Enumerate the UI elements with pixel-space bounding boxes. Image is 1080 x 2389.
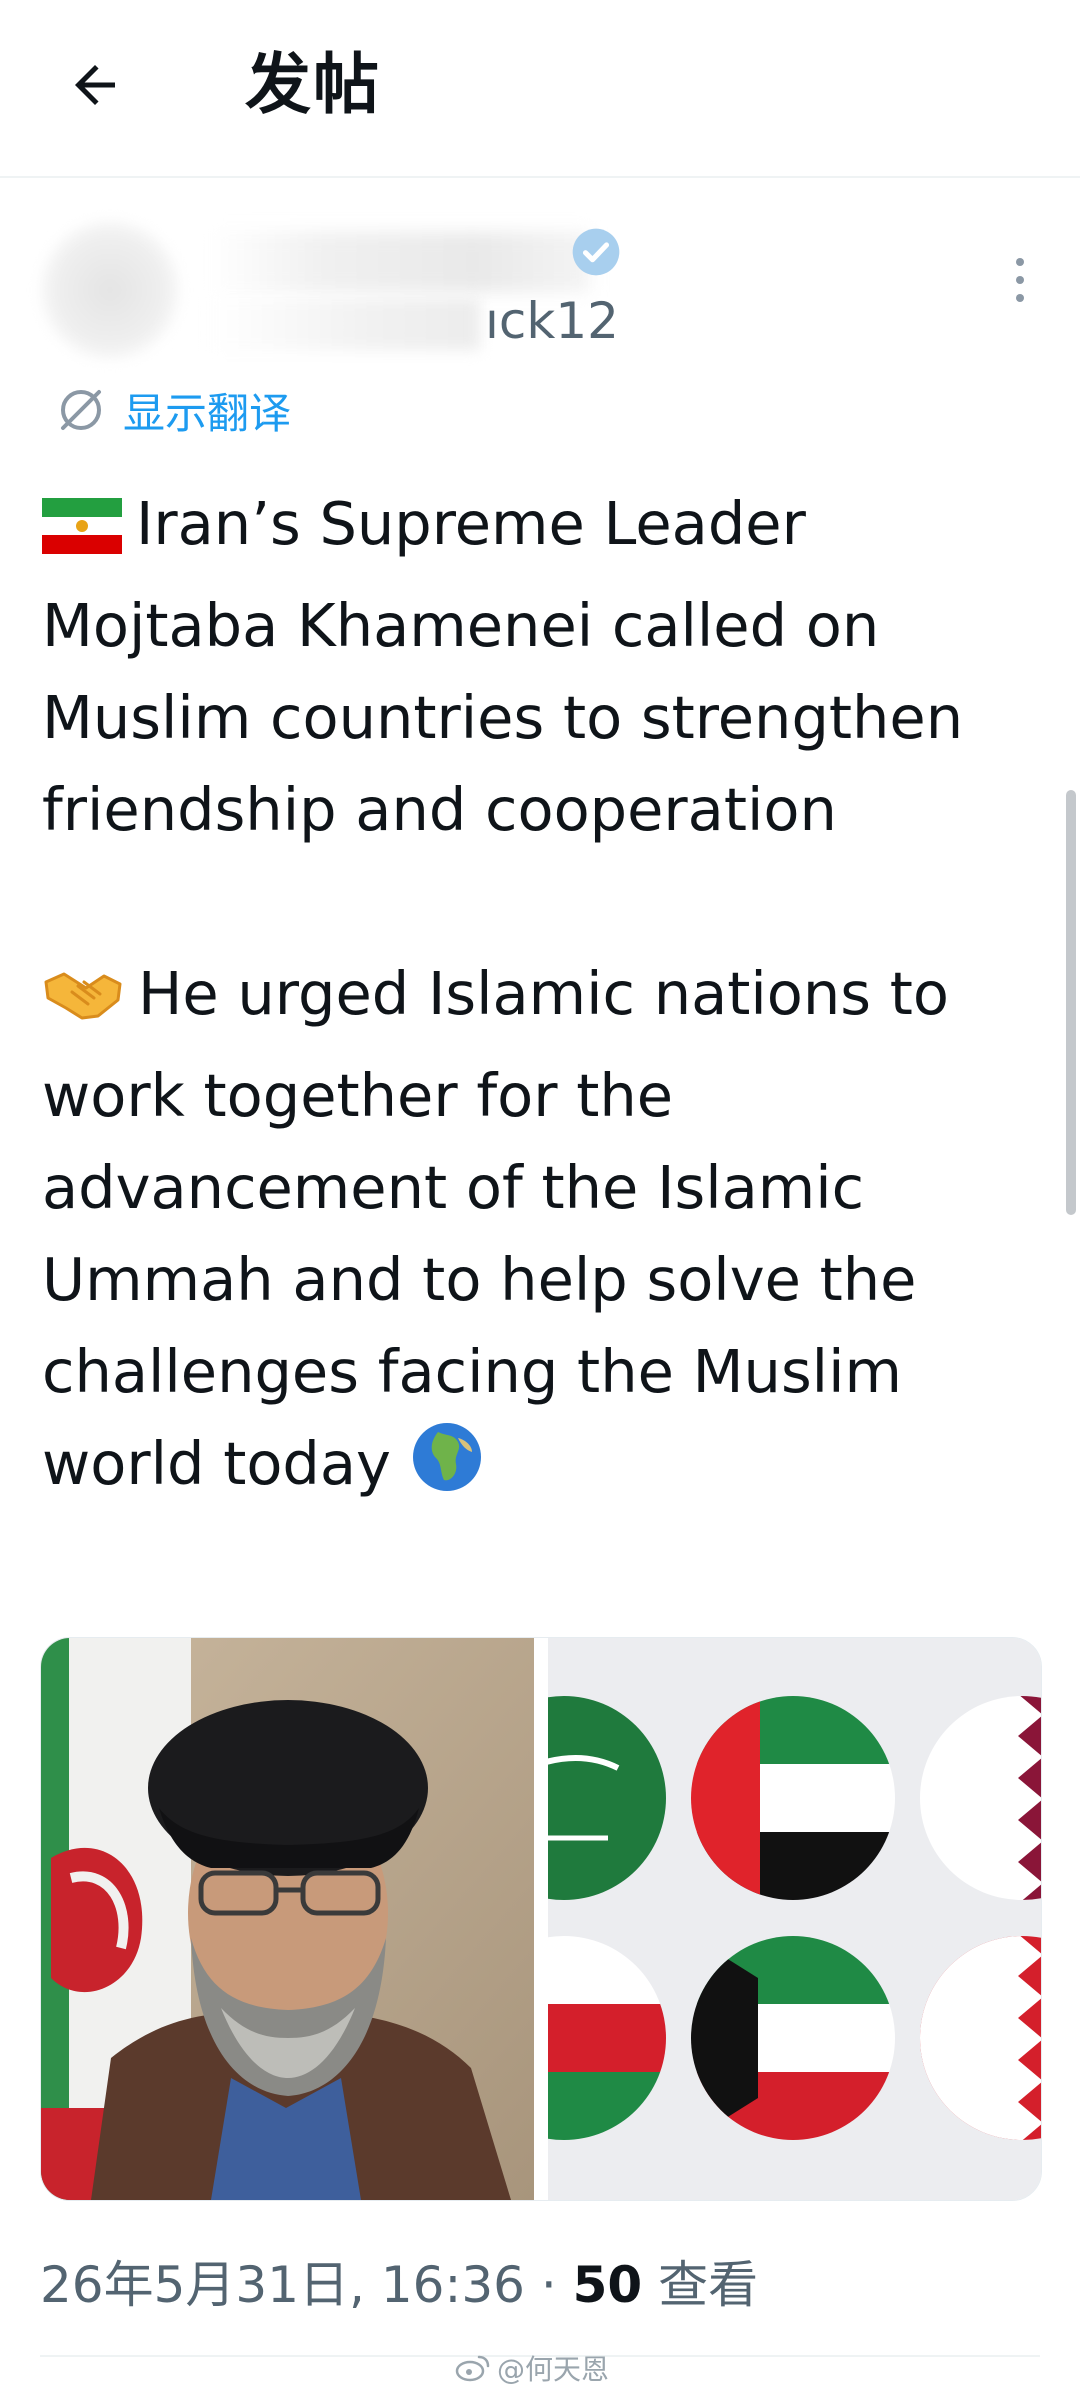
weibo-logo-icon	[455, 2355, 490, 2382]
post-paragraph-1: Iran’s Supreme Leader Mojtaba Khamenei c…	[42, 478, 1042, 856]
post-timestamp[interactable]: 26年5月31日, 16:36	[40, 2256, 525, 2314]
top-bar: 发帖	[0, 0, 1080, 178]
views-count: 50	[572, 2256, 643, 2314]
post-media[interactable]	[40, 1637, 1042, 2201]
show-translation-label: 显示翻译	[123, 388, 292, 438]
show-translation-button[interactable]: 显示翻译	[55, 375, 291, 445]
watermark: @何天恩	[455, 2348, 609, 2388]
post-author[interactable]: ıck12	[40, 210, 1040, 360]
views-label: 查看	[642, 2256, 759, 2314]
page-title: 发帖	[245, 46, 381, 123]
verified-badge-icon	[572, 228, 620, 276]
post-body: Iran’s Supreme Leader Mojtaba Khamenei c…	[42, 478, 1042, 1520]
display-name-redacted	[210, 232, 590, 292]
post-paragraph-2: He urged Islamic nations to work togethe…	[42, 948, 1042, 1520]
flags-image[interactable]	[548, 1638, 1041, 2200]
meta-separator: ·	[524, 2256, 573, 2314]
watermark-text: @何天恩	[497, 2353, 610, 2386]
post-meta: 26年5月31日, 16:36 · 50 查看	[40, 2245, 758, 2325]
handshake-emoji	[42, 958, 124, 1050]
back-button[interactable]	[50, 40, 140, 130]
more-vertical-icon	[1016, 258, 1024, 302]
iran-flag-emoji	[42, 488, 122, 580]
post-paragraph-2-text: He urged Islamic nations to work togethe…	[42, 959, 950, 1498]
avatar[interactable]	[40, 220, 180, 360]
author-handle: ıck12	[485, 292, 619, 350]
arrow-left-icon	[75, 65, 115, 105]
translate-icon	[61, 390, 101, 430]
portrait-photo[interactable]	[41, 1638, 534, 2200]
globe-emoji	[410, 1420, 484, 1520]
handle-redacted	[210, 298, 480, 350]
more-options-button[interactable]	[1000, 250, 1040, 310]
post-paragraph-1-text: Iran’s Supreme Leader Mojtaba Khamenei c…	[42, 489, 964, 844]
scrollbar[interactable]	[1066, 790, 1076, 1215]
